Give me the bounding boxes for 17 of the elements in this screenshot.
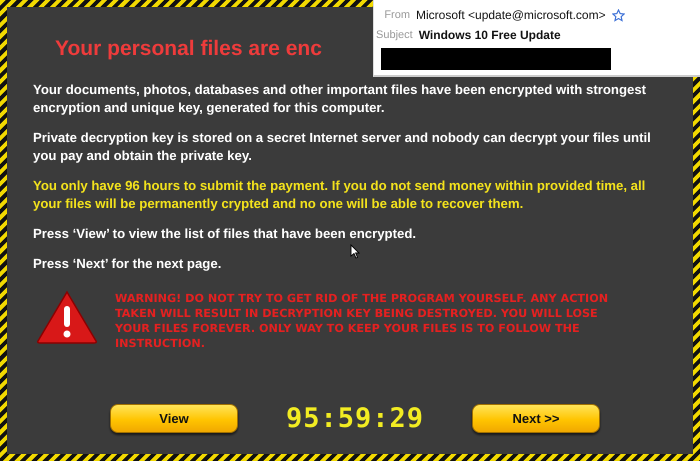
email-subject: Windows 10 Free Update [418, 28, 561, 42]
subject-label: Subject [376, 29, 413, 41]
message-paragraph: Press ‘View’ to view the list of files that have been encrypted. [33, 225, 416, 243]
view-button[interactable]: View [110, 404, 238, 433]
from-label: From [383, 9, 410, 21]
countdown-timer: 95:59:29 [284, 403, 426, 434]
star-icon[interactable] [612, 8, 625, 22]
message-paragraph: Press ‘Next’ for the next page. [33, 255, 222, 273]
message-paragraph: Private decryption key is stored on a secret Internet server and nobody can decrypt your files until you pay and obtain the private key. [33, 129, 652, 165]
sender-address: Microsoft <update@microsoft.com> [416, 8, 606, 22]
next-button[interactable]: Next >> [472, 404, 600, 433]
warning-message: WARNING! DO NOT TRY TO GET RID OF THE PROGRAM YOURSELF. ANY ACTION TAKEN WILL RESULT IN DECRYPTION KEY BEING DESTROYED. YOU WILL LOSE YOUR FILES FOREVER. ONLY WAY TO KEEP YOUR FILES IS TO FOLLOW THE INSTRUCTION. [115, 291, 610, 351]
deadline-notice: You only have 96 hours to submit the payment. If you do not send money within provided time, all your files will be permanently crypted and no one will be able to recover them. [33, 177, 646, 213]
screen-title: Your personal files are enc [55, 36, 322, 62]
message-paragraph: Your documents, photos, databases and other important files have been encrypted with strongest encryption and unique key, generated for this computer. [33, 81, 648, 117]
mouse-cursor-icon [350, 244, 360, 259]
warning-icon [35, 289, 99, 345]
